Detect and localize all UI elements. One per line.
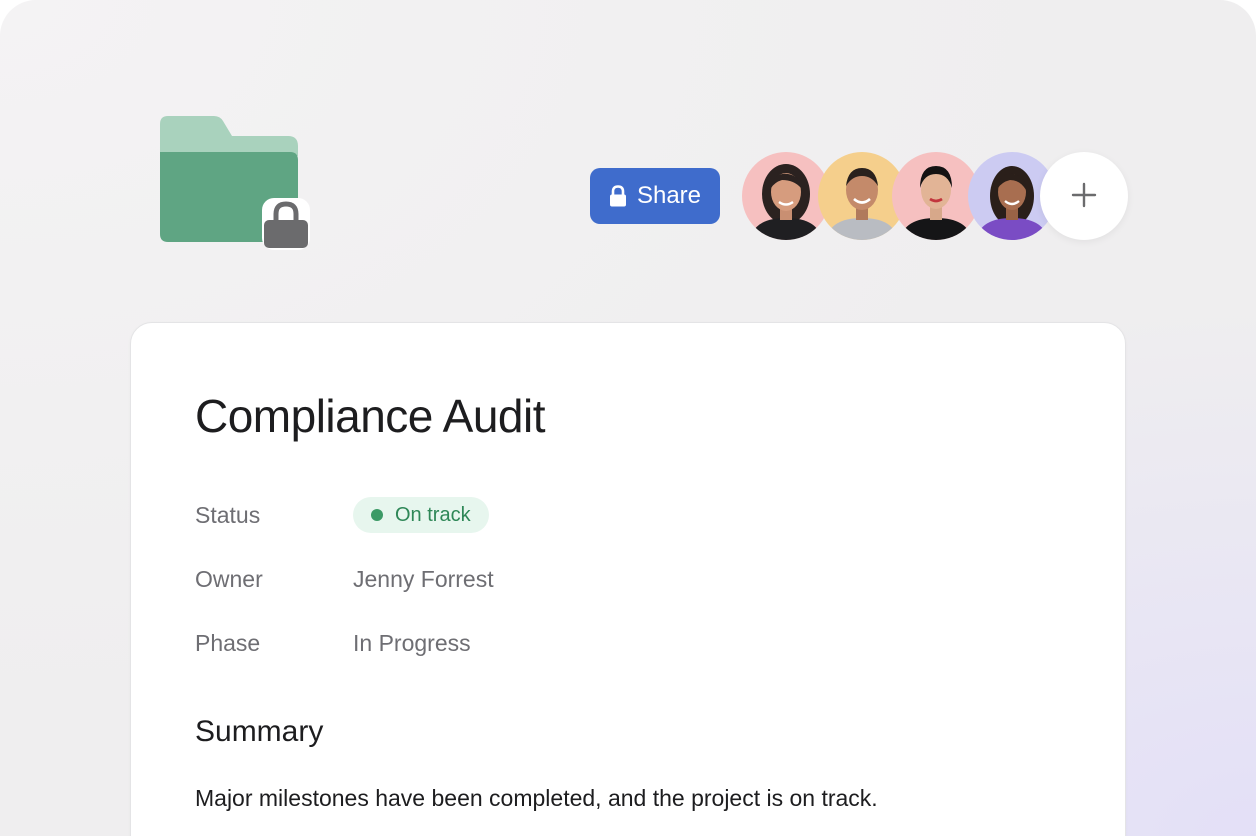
status-value: On track <box>395 503 471 526</box>
member-avatars <box>742 152 1142 240</box>
phase-value[interactable]: In Progress <box>353 630 471 657</box>
status-row: Status On track <box>195 495 995 535</box>
project-title: Compliance Audit <box>195 390 545 442</box>
share-button-label: Share <box>636 182 702 209</box>
status-dot-icon <box>371 509 383 521</box>
share-button[interactable]: Share <box>590 168 720 224</box>
folder-icon <box>160 116 310 252</box>
summary-text: Major milestones have been completed, an… <box>195 785 878 811</box>
phase-label: Phase <box>195 629 261 656</box>
avatar[interactable] <box>742 152 830 240</box>
phase-row: Phase In Progress <box>195 623 995 663</box>
status-label: Status <box>195 501 261 528</box>
plus-icon <box>1071 182 1097 211</box>
lock-icon <box>609 185 627 207</box>
app-frame: Share Compliance Audit Status On track O… <box>0 0 1256 836</box>
owner-value[interactable]: Jenny Forrest <box>353 566 494 593</box>
project-card: Compliance Audit Status On track Owner J… <box>130 322 1126 836</box>
owner-row: Owner Jenny Forrest <box>195 559 995 599</box>
summary-heading: Summary <box>195 715 324 748</box>
add-member-button[interactable] <box>1040 152 1128 240</box>
avatar[interactable] <box>892 152 980 240</box>
owner-label: Owner <box>195 565 263 592</box>
lock-icon <box>262 198 310 250</box>
status-badge[interactable]: On track <box>353 497 489 533</box>
